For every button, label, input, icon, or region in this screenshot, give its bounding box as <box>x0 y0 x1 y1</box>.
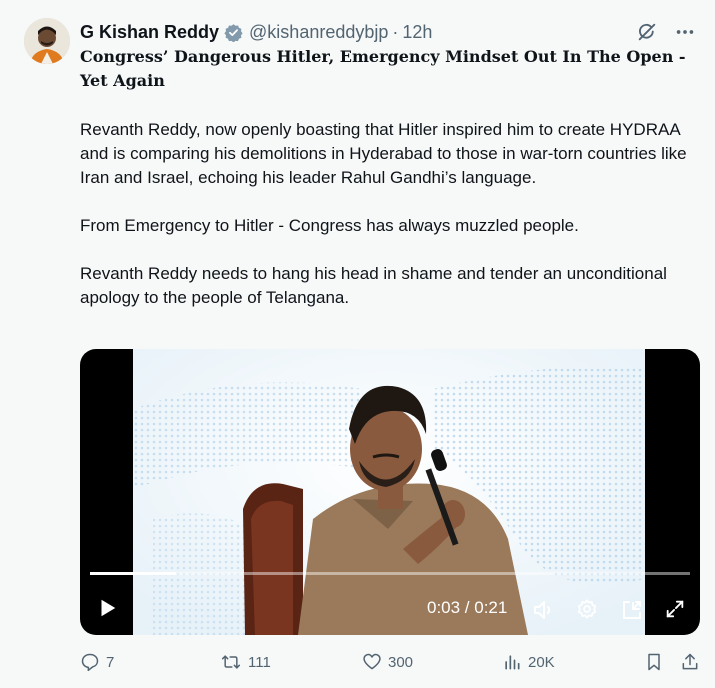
video-progress-bar[interactable] <box>90 572 690 575</box>
share-button[interactable] <box>680 652 700 672</box>
video-frame[interactable] <box>133 349 645 635</box>
views-button[interactable]: 20K <box>502 652 555 672</box>
bookmark-icon <box>648 653 660 671</box>
video-time: 0:03 / 0:21 <box>427 598 508 617</box>
more-icon[interactable] <box>673 20 697 44</box>
tweet-body: Revanth Reddy, now openly boasting that … <box>80 118 692 334</box>
volume-icon[interactable] <box>532 598 556 627</box>
reply-count: 7 <box>106 653 115 671</box>
tweet-header: G Kishan Reddy @kishanreddybjp · 12h <box>80 20 432 44</box>
grok-icon[interactable] <box>635 20 659 44</box>
reply-icon <box>81 653 99 672</box>
repost-icon <box>221 655 241 669</box>
picture-in-picture-icon[interactable] <box>620 598 644 627</box>
avatar[interactable] <box>24 18 70 64</box>
analytics-icon <box>505 655 520 670</box>
play-icon[interactable] <box>96 597 118 624</box>
heart-icon <box>363 653 381 670</box>
settings-icon[interactable] <box>576 598 598 625</box>
separator-dot: · <box>392 21 399 42</box>
share-icon <box>682 653 698 670</box>
author-name[interactable]: G Kishan Reddy <box>80 22 219 43</box>
bookmark-button[interactable] <box>644 652 664 672</box>
tweet-actions: 7 111 300 20K <box>80 652 705 676</box>
tweet-paragraph: From Emergency to Hitler - Congress has … <box>80 216 579 235</box>
video-player[interactable]: 0:03 / 0:21 <box>80 349 700 635</box>
views-count: 20K <box>528 653 555 671</box>
tweet: G Kishan Reddy @kishanreddybjp · 12h Con… <box>0 0 715 688</box>
top-actions <box>635 20 697 44</box>
repost-button[interactable]: 111 <box>220 652 271 672</box>
reply-button[interactable]: 7 <box>80 652 114 672</box>
tweet-paragraph: Revanth Reddy needs to hang his head in … <box>80 264 667 307</box>
tweet-title: Congress’ Dangerous Hitler, Emergency Mi… <box>80 47 686 90</box>
video-progress-fill <box>90 572 176 575</box>
repost-count: 111 <box>248 653 271 671</box>
author-handle[interactable]: @kishanreddybjp <box>249 22 388 43</box>
timestamp[interactable]: 12h <box>402 22 432 43</box>
tweet-paragraph: Revanth Reddy, now openly boasting that … <box>80 120 687 187</box>
verified-badge-icon[interactable] <box>224 23 243 42</box>
like-count: 300 <box>388 653 414 671</box>
fullscreen-icon[interactable] <box>664 598 686 625</box>
like-button[interactable]: 300 <box>362 652 413 672</box>
